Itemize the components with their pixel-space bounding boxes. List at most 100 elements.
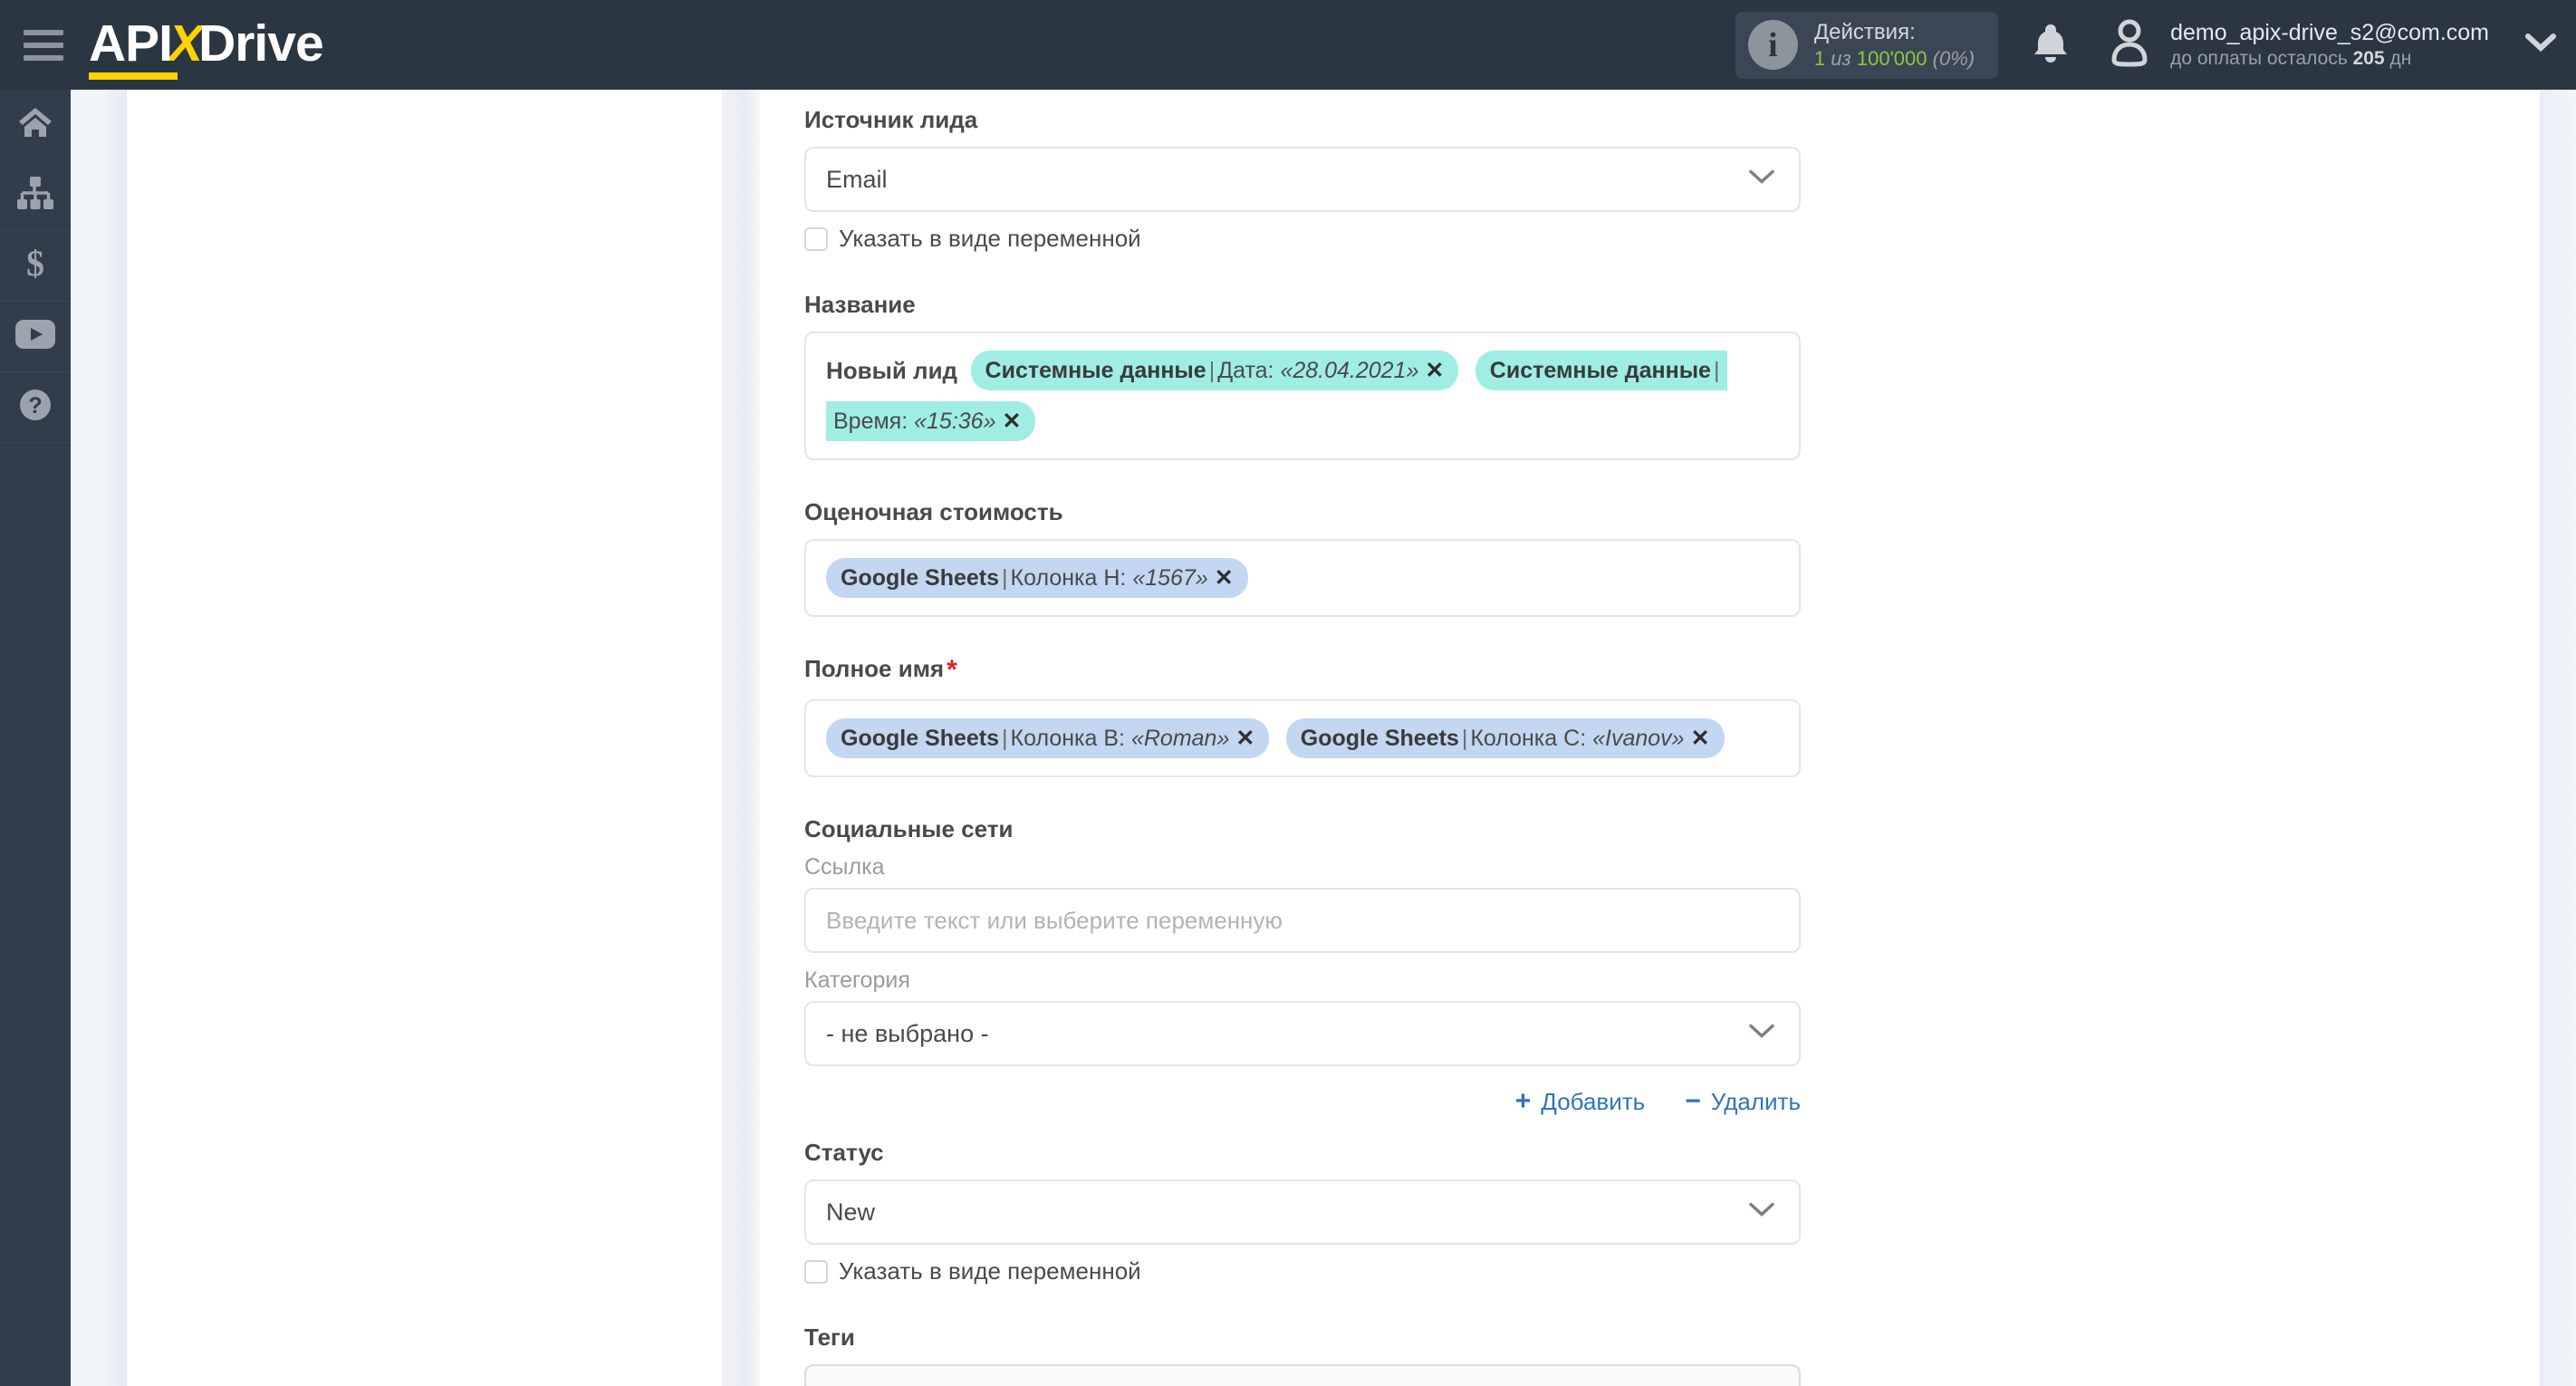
status-variable-label: Указать в виде переменной (839, 1257, 1141, 1285)
avatar (2107, 18, 2152, 72)
lead-source-variable-label: Указать в виде переменной (839, 225, 1141, 252)
status-select[interactable]: New (804, 1179, 1801, 1245)
user-email: demo_apix-drive_s2@com.com (2170, 19, 2489, 45)
sidebar-item-video[interactable] (0, 302, 71, 372)
token-value: «28.04.2021» (1280, 358, 1419, 383)
status-variable-checkbox[interactable] (804, 1259, 828, 1284)
token-remove-icon[interactable]: ✕ (1425, 358, 1444, 383)
logo-drive-text: Drive (198, 14, 324, 72)
token-value: «15:36» (914, 409, 996, 434)
tags-placeholder: Введите текст или выберите переменную (826, 1383, 1283, 1386)
section-social-networks: Социальные сети Ссылка Введите текст или… (804, 817, 1811, 1117)
status-value: New (826, 1198, 876, 1226)
delete-social-button[interactable]: − Удалить (1685, 1086, 1801, 1117)
hamburger-bar (24, 42, 63, 48)
status-variable-checkbox-row[interactable]: Указать в виде переменной (804, 1257, 1811, 1285)
token-source: Системные данные (1489, 358, 1711, 383)
social-link-label: Ссылка (804, 854, 885, 880)
hamburger-icon[interactable] (24, 29, 63, 61)
token-source: Google Sheets (841, 726, 1000, 751)
form-panel: Источник лида Email Указать в виде перем… (760, 90, 2540, 1386)
hamburger-bar (24, 54, 63, 61)
token-remove-icon[interactable]: ✕ (1215, 565, 1234, 591)
token-remove-icon[interactable]: ✕ (1002, 409, 1021, 434)
quota-percent: (0%) (1932, 46, 1975, 70)
plus-icon: + (1514, 1086, 1532, 1116)
social-link-input[interactable]: Введите текст или выберите переменную (804, 888, 1801, 953)
lead-source-variable-checkbox[interactable] (804, 226, 828, 251)
name-plain-text: Новый лид (826, 357, 958, 384)
billing-suffix: дн (2389, 48, 2412, 70)
field-estimated-cost: Оценочная стоимость Google Sheets | Колонк… (804, 500, 1811, 617)
variable-token[interactable]: Системные данные | Дата: «28.04.2021» ✕ (970, 351, 1459, 390)
billing-status: до оплаты осталось 205 дн (2170, 47, 2489, 71)
variable-token[interactable]: Системные данные | (1475, 351, 1728, 390)
social-category-select[interactable]: - не выбрано - (804, 1001, 1801, 1066)
quota-used: 1 (1813, 46, 1826, 70)
tags-label: Теги (804, 1323, 855, 1351)
token-value: «Roman» (1130, 726, 1230, 751)
token-remove-icon[interactable]: ✕ (1235, 726, 1254, 751)
social-actions-row: + Добавить − Удалить (804, 1086, 1801, 1117)
variable-token[interactable]: Google Sheets | Колонка H: «1567» ✕ (826, 558, 1248, 598)
field-full-name: Полное имя * Google Sheets | Колонка B: «Ro… (804, 657, 1811, 777)
token-field: Колонка H: (1010, 565, 1127, 591)
tags-input[interactable]: Введите текст или выберите переменную (804, 1364, 1801, 1386)
social-category-value: - не выбрано - (826, 1019, 989, 1047)
token-field: Время: (833, 409, 908, 434)
variable-token[interactable]: Google Sheets | Колонка B: «Roman» ✕ (826, 718, 1270, 758)
user-text: demo_apix-drive_s2@com.com до оплаты ост… (2170, 19, 2489, 72)
token-field: Дата: (1217, 358, 1274, 383)
field-lead-source: Источник лида Email Указать в виде перем… (804, 108, 1811, 253)
sidebar-item-home[interactable] (0, 90, 71, 160)
info-icon: i (1747, 20, 1798, 70)
variable-token[interactable]: Google Sheets | Колонка C: «Ivanov» ✕ (1285, 718, 1725, 758)
delete-social-label: Удалить (1710, 1087, 1801, 1115)
lead-source-variable-checkbox-row[interactable]: Указать в виде переменной (804, 225, 1811, 253)
logo-api-text: API (89, 14, 178, 80)
token-remove-icon[interactable]: ✕ (1691, 726, 1710, 751)
social-networks-label: Социальные сети (804, 815, 1014, 842)
field-name: Название Новый лид Системные данные | Дата… (804, 293, 1811, 460)
minus-icon: − (1685, 1086, 1701, 1116)
svg-text:$: $ (26, 245, 44, 282)
estimated-cost-label: Оценочная стоимость (804, 498, 1063, 525)
token-separator: | (1461, 726, 1468, 751)
social-link-placeholder: Введите текст или выберите переменную (826, 906, 1283, 934)
sidebar-item-help[interactable]: ? (0, 372, 71, 443)
youtube-icon (15, 320, 55, 353)
sidebar-item-connections[interactable] (0, 160, 71, 231)
bell-icon[interactable] (2031, 21, 2071, 69)
add-social-label: Добавить (1541, 1087, 1646, 1115)
quota-between: из (1831, 46, 1851, 70)
sidebar-item-billing[interactable]: $ (0, 231, 71, 302)
apixdrive-logo[interactable]: API X Drive (89, 14, 324, 80)
field-status: Статус New Указать в виде переменной (804, 1141, 1811, 1285)
left-panel-gradient (71, 90, 127, 1386)
variable-token-continued[interactable]: Время: «15:36» ✕ (826, 401, 1036, 441)
quota-total: 100'000 (1856, 46, 1927, 70)
token-field: Колонка C: (1470, 726, 1587, 751)
actions-quota-box[interactable]: i Действия: 1 из 100'000 (0%) (1735, 11, 1999, 79)
add-social-button[interactable]: + Добавить (1515, 1086, 1645, 1117)
estimated-cost-token-input[interactable]: Google Sheets | Колонка H: «1567» ✕ (804, 539, 1801, 617)
logo-x-text: X (168, 14, 203, 72)
actions-label: Действия: (1813, 19, 1916, 44)
full-name-label: Полное имя * (804, 657, 1811, 684)
left-sidebar: $ ? (0, 90, 71, 1386)
full-name-token-input[interactable]: Google Sheets | Колонка B: «Roman» ✕ Google… (804, 699, 1801, 777)
user-account-block[interactable]: demo_apix-drive_s2@com.com до оплаты ост… (2107, 18, 2489, 72)
status-label: Статус (804, 1139, 884, 1166)
name-token-input[interactable]: Новый лид Системные данные | Дата: «28.04.… (804, 332, 1801, 460)
lead-source-select[interactable]: Email (804, 147, 1801, 212)
chevron-down-icon[interactable] (2525, 33, 2556, 57)
question-circle-icon: ? (18, 388, 53, 427)
token-source: Google Sheets (1300, 726, 1459, 751)
token-separator: | (1713, 358, 1720, 383)
svg-text:?: ? (28, 393, 42, 419)
form-content: Источник лида Email Указать в виде перем… (760, 90, 1811, 1386)
